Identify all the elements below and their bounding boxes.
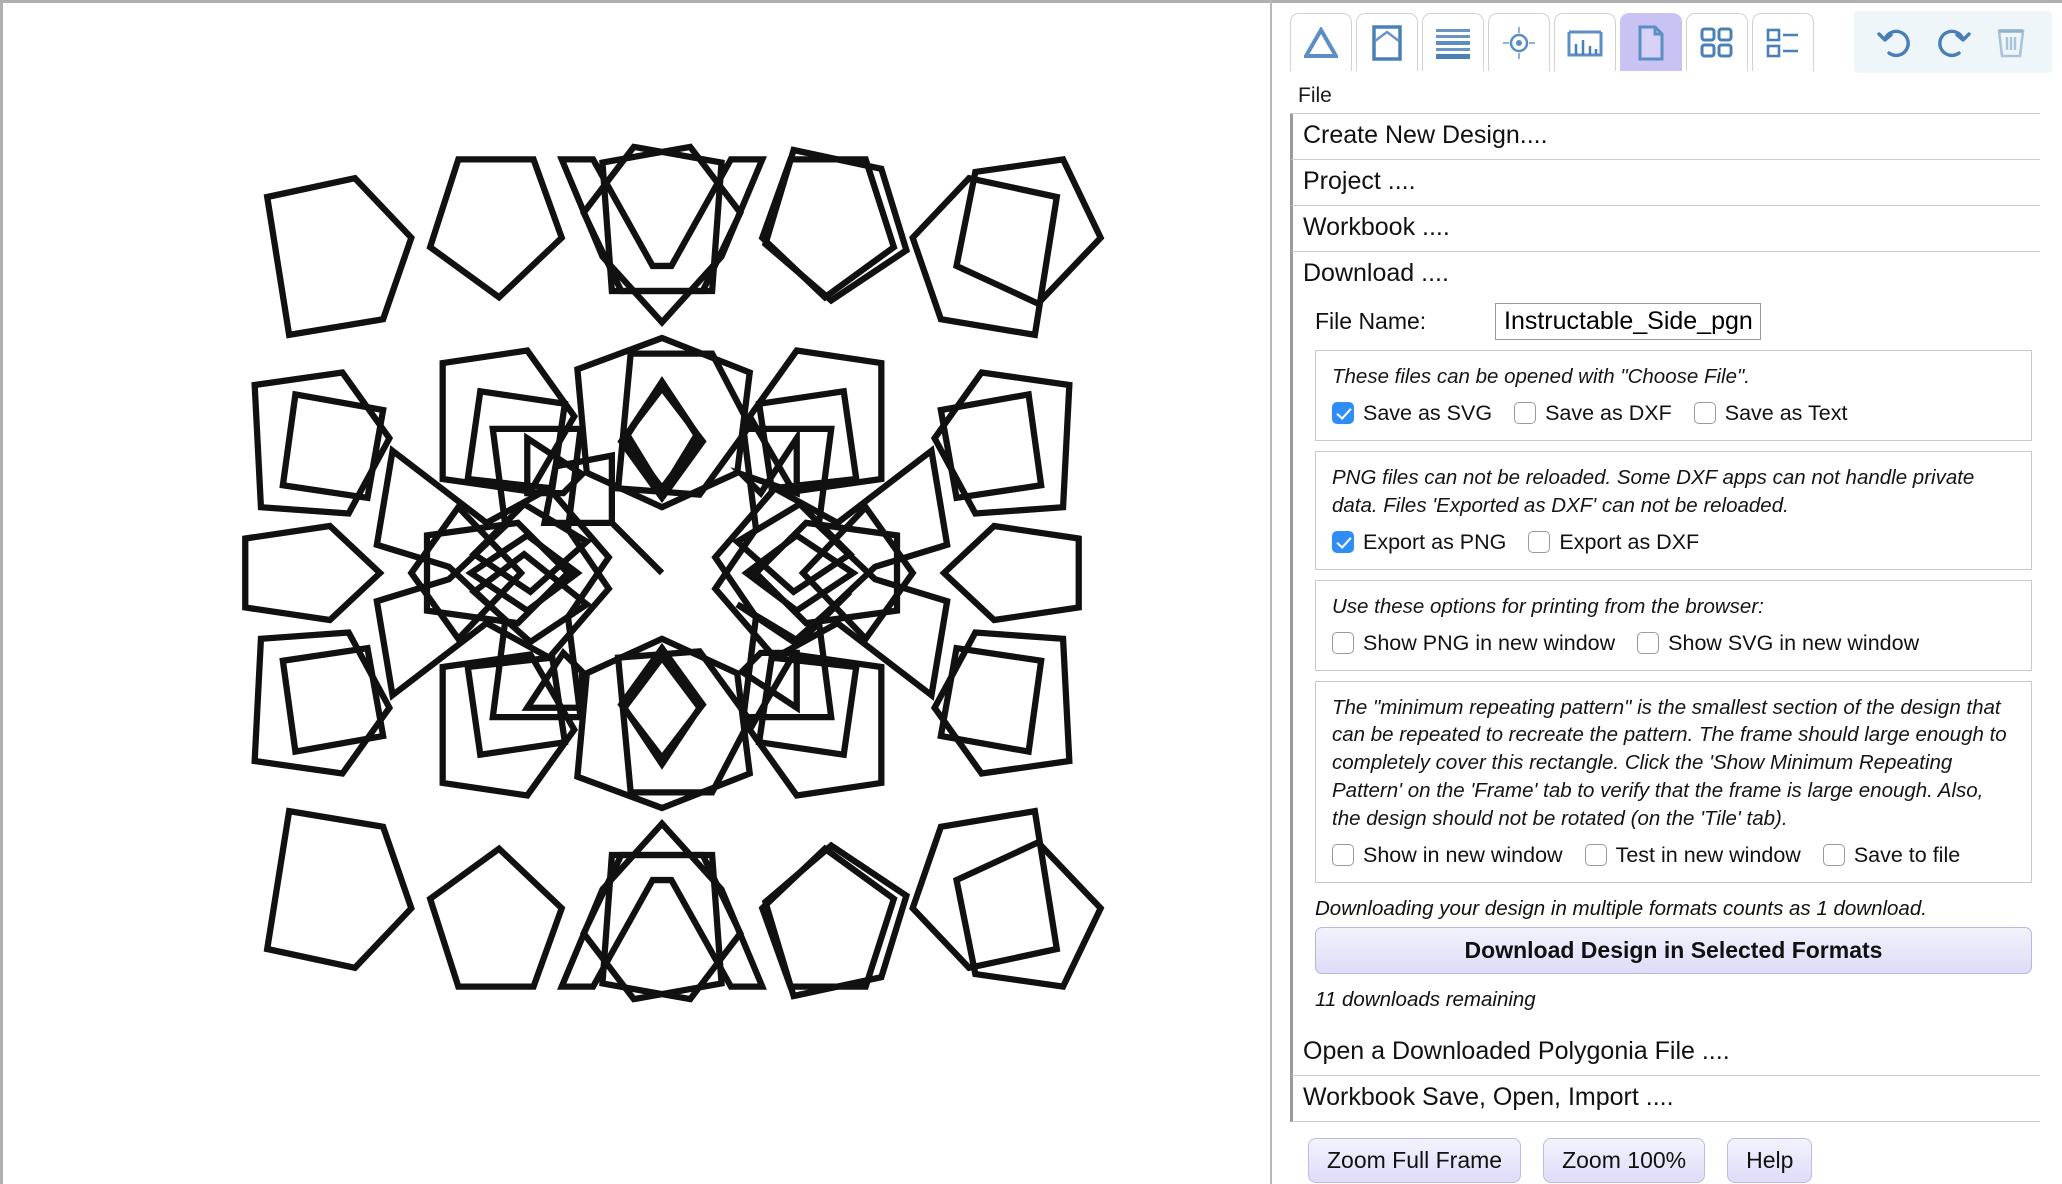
list-tool[interactable]: [1752, 13, 1814, 71]
checkbox-label: Show in new window: [1363, 842, 1563, 867]
lines-tool[interactable]: [1422, 13, 1484, 71]
checkbox-box[interactable]: [1693, 402, 1716, 425]
file-panel-body: File Create New Design.... Project .... …: [1272, 78, 2062, 1183]
checkbox-box[interactable]: [1822, 844, 1845, 867]
bottom-button-bar: Zoom Full Frame Zoom 100% Help: [1290, 1122, 2040, 1183]
main-toolbar: [1272, 0, 2062, 78]
checkbox-box[interactable]: [1528, 531, 1551, 554]
zoom-full-frame-button[interactable]: Zoom Full Frame: [1308, 1137, 1522, 1183]
checkbox-box[interactable]: [1332, 402, 1354, 425]
export-format-options: Export as PNG Export as DXF: [1332, 530, 2015, 555]
export-format-group: PNG files can not be reloaded. Some DXF …: [1315, 450, 2032, 570]
ruler-tool[interactable]: [1554, 13, 1616, 71]
file-tool[interactable]: [1620, 13, 1682, 71]
checkbox-box[interactable]: [1332, 531, 1354, 554]
menu-item-workbook[interactable]: Workbook ....: [1290, 206, 2040, 252]
redo-button[interactable]: [1924, 13, 1982, 71]
min-repeating-pattern-note: The "minimum repeating pattern" is the s…: [1332, 695, 2007, 831]
checkbox-box[interactable]: [1332, 632, 1354, 654]
menu-item-workbook-save-open-import[interactable]: Workbook Save, Open, Import ....: [1290, 1075, 2040, 1122]
checkbox-label: Save as DXF: [1545, 400, 1672, 425]
menu-item-download[interactable]: Download ....: [1290, 252, 2040, 297]
list-icon: [1766, 28, 1798, 57]
grid-icon: [1700, 27, 1733, 57]
grid-tool[interactable]: [1686, 13, 1748, 71]
export-format-note: PNG files can not be reloaded. Some DXF …: [1332, 465, 1975, 517]
download-section: File Name: These files can be opened wit…: [1290, 297, 2040, 1030]
checkbox-show-png-new-window[interactable]: Show PNG in new window: [1332, 631, 1615, 656]
print-options-note: Use these options for printing from the …: [1332, 594, 1764, 618]
checkbox-box[interactable]: [1584, 844, 1607, 867]
menu-item-open-downloaded-file[interactable]: Open a Downloaded Polygonia File ....: [1290, 1029, 2040, 1076]
file-icon: [1638, 25, 1664, 60]
checkbox-test-in-new-window[interactable]: Test in new window: [1584, 842, 1801, 868]
design-canvas-pane[interactable]: [0, 0, 1272, 1184]
help-button[interactable]: Help: [1727, 1137, 1813, 1183]
save-format-options: Save as SVG Save as DXF Save as Text: [1332, 401, 2015, 426]
redo-icon: [1938, 29, 1971, 58]
print-options: Show PNG in new window Show SVG in new w…: [1332, 631, 2015, 656]
checkbox-box[interactable]: [1637, 632, 1660, 654]
save-format-note: These files can be opened with "Choose F…: [1332, 365, 1750, 388]
checkbox-label: Export as DXF: [1559, 529, 1700, 554]
file-name-row: File Name:: [1293, 297, 2040, 350]
menu-item-create-new-design[interactable]: Create New Design....: [1290, 114, 2040, 160]
checkbox-label: Save as Text: [1724, 400, 1848, 425]
checkbox-show-svg-new-window[interactable]: Show SVG in new window: [1637, 631, 1919, 656]
checkbox-box[interactable]: [1514, 402, 1537, 425]
trash-icon: [1997, 29, 2025, 58]
download-design-button[interactable]: Download Design in Selected Formats: [1315, 926, 2032, 974]
download-count-note: Downloading your design in multiple form…: [1315, 896, 1927, 920]
checkbox-label: Save to file: [1853, 842, 1961, 867]
zoom-100-button[interactable]: Zoom 100%: [1543, 1137, 1706, 1183]
frame-tool[interactable]: [1356, 13, 1418, 71]
canvas-top-border: [0, 0, 1270, 3]
downloads-remaining-text: 11 downloads remaining: [1315, 987, 1536, 1011]
undo-icon: [1877, 29, 1910, 58]
right-panel: File Create New Design.... Project .... …: [1272, 0, 2062, 1184]
app-root: File Create New Design.... Project .... …: [0, 0, 2062, 1184]
menu-item-project[interactable]: Project ....: [1290, 160, 2040, 206]
checkbox-label: Show PNG in new window: [1363, 630, 1616, 655]
lines-icon: [1436, 28, 1470, 59]
target-icon: [1503, 26, 1535, 59]
checkbox-save-as-dxf[interactable]: Save as DXF: [1514, 401, 1672, 426]
checkbox-box[interactable]: [1332, 844, 1354, 867]
triangle-tool[interactable]: [1290, 13, 1352, 71]
checkbox-export-as-dxf[interactable]: Export as DXF: [1528, 530, 1699, 555]
print-options-group: Use these options for printing from the …: [1315, 579, 2032, 671]
file-name-label: File Name:: [1315, 308, 1427, 334]
checkbox-label: Test in new window: [1615, 842, 1801, 867]
checkbox-save-as-svg[interactable]: Save as SVG: [1332, 401, 1492, 426]
save-format-group: These files can be opened with "Choose F…: [1315, 350, 2032, 441]
canvas-left-border: [0, 0, 3, 1184]
checkbox-label: Save as SVG: [1363, 400, 1493, 425]
triangle-icon: [1304, 26, 1338, 58]
target-tool[interactable]: [1488, 13, 1550, 71]
min-repeating-pattern-options: Show in new window Test in new window Sa…: [1332, 843, 2015, 868]
checkbox-show-in-new-window[interactable]: Show in new window: [1332, 843, 1563, 868]
min-repeating-pattern-group: The "minimum repeating pattern" is the s…: [1315, 680, 2032, 883]
geometric-pattern-design[interactable]: [192, 103, 1132, 1043]
toolbar-action-group: [1854, 11, 2052, 73]
delete-button[interactable]: [1982, 13, 2040, 71]
checkbox-label: Show SVG in new window: [1668, 630, 1920, 655]
checkbox-save-to-file[interactable]: Save to file: [1822, 842, 1961, 868]
checkbox-save-as-text[interactable]: Save as Text: [1693, 400, 1848, 426]
file-name-input[interactable]: [1495, 303, 1761, 340]
checkbox-export-as-png[interactable]: Export as PNG: [1332, 530, 1506, 555]
ruler-icon: [1567, 30, 1603, 56]
undo-button[interactable]: [1866, 13, 1924, 71]
checkbox-label: Export as PNG: [1363, 529, 1507, 554]
frame-icon: [1372, 24, 1402, 61]
panel-section-label: File: [1290, 78, 2040, 114]
